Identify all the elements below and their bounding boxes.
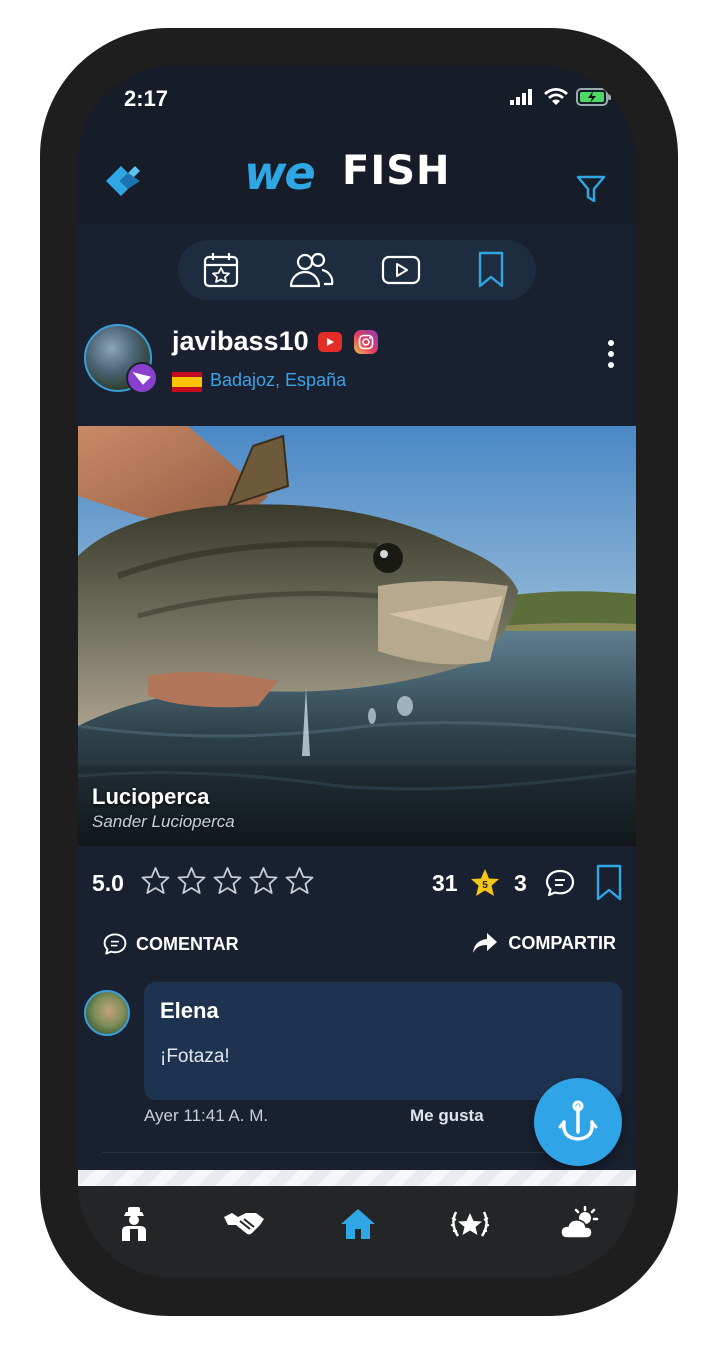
comment-text: ¡Fotaza! [160, 1046, 230, 1067]
star-outline-icon[interactable] [176, 866, 207, 896]
nav-weather[interactable] [558, 1204, 602, 1244]
gold-star-badge-icon[interactable]: 5 [470, 868, 500, 898]
save-bookmark-icon[interactable] [596, 864, 622, 902]
share-button[interactable]: COMPARTIR [472, 932, 616, 954]
status-icons [510, 88, 612, 106]
home-icon [341, 1209, 375, 1239]
star-outline-icon[interactable] [248, 866, 279, 896]
add-catch-fab[interactable] [534, 1078, 622, 1166]
bottom-navigation [78, 1186, 636, 1278]
instagram-icon[interactable] [354, 330, 378, 354]
filter-funnel-icon[interactable] [576, 174, 606, 204]
star-badge-value: 5 [482, 880, 488, 891]
nav-rankings[interactable] [448, 1204, 492, 1244]
tabs-area [78, 224, 636, 308]
star-outline-icon[interactable] [212, 866, 243, 896]
video-play-icon [381, 255, 421, 285]
comment-button-label: COMENTAR [136, 933, 239, 954]
next-post-edge [78, 1170, 636, 1186]
calendar-star-icon [203, 253, 239, 288]
species-scientific-name: Sander Lucioperca [92, 812, 235, 831]
tab-events[interactable] [198, 248, 244, 292]
star-outline-icon[interactable] [140, 866, 171, 896]
share-button-label: COMPARTIR [508, 932, 616, 953]
battery-charging-icon [576, 88, 611, 106]
nav-home[interactable] [336, 1204, 380, 1244]
post-username[interactable]: javibass10 [172, 326, 309, 357]
bookmark-icon [478, 251, 504, 288]
status-bar: 2:17 [78, 66, 636, 134]
fisherman-icon [122, 1207, 146, 1241]
logo-fish-text: FISH [342, 148, 451, 194]
app-header: we FISH [78, 134, 636, 224]
signal-icon [510, 89, 532, 105]
fish-photo-image [78, 426, 636, 846]
more-options-icon[interactable] [606, 340, 616, 374]
comment-bubble-icon [103, 933, 127, 955]
divider [102, 1152, 612, 1153]
handshake-icon [224, 1213, 264, 1235]
nav-community[interactable] [222, 1204, 266, 1244]
commenter-avatar[interactable] [84, 990, 130, 1036]
share-arrow-icon [473, 933, 498, 953]
angler-badge [126, 362, 158, 394]
comment-button[interactable]: COMENTAR [102, 932, 239, 956]
comment-bubble-icon[interactable] [544, 868, 576, 898]
tabs-bar [178, 240, 536, 300]
rating-score: 5.0 [92, 870, 124, 896]
status-time: 2:17 [124, 86, 169, 111]
comment-author[interactable]: Elena [160, 998, 219, 1024]
rating-row: 5.0 31 5 3 [78, 846, 636, 916]
wifi-icon [544, 88, 568, 105]
wing-badge-icon [133, 372, 151, 385]
post-header: javibass10 Badajoz, España [78, 310, 636, 426]
logo-we-text: we [244, 146, 316, 200]
comment-like-button[interactable]: Me gusta [410, 1106, 484, 1126]
comment-bubble: Elena ¡Fotaza! [144, 982, 622, 1100]
tab-people[interactable] [288, 248, 334, 292]
tab-videos[interactable] [378, 248, 424, 292]
wefish-logo: we FISH [244, 146, 470, 200]
species-name: Lucioperca [92, 784, 210, 809]
post-location[interactable]: Badajoz, España [210, 370, 346, 391]
spain-flag [172, 372, 202, 392]
likes-count: 31 [432, 870, 458, 896]
youtube-icon[interactable] [318, 332, 342, 352]
star-laurel-icon [450, 1211, 490, 1237]
star-outline-icon[interactable] [284, 866, 315, 896]
rating-stars[interactable] [140, 866, 315, 896]
phone-frame: 2:17 we FISH javibass10 Badajoz, España … [40, 28, 678, 1316]
tab-saved[interactable] [468, 248, 514, 292]
nav-profile[interactable] [112, 1204, 156, 1244]
catch-photo[interactable]: Lucioperca Sander Lucioperca [78, 426, 636, 846]
app-screen: 2:17 we FISH javibass10 Badajoz, España … [78, 66, 636, 1278]
fishing-hook-icon [558, 1100, 598, 1141]
weather-sun-cloud-icon [560, 1206, 599, 1239]
back-chevrons-icon[interactable] [104, 164, 142, 198]
users-icon [289, 252, 334, 288]
comment-timestamp: Ayer 11:41 A. M. [144, 1106, 269, 1125]
comments-count: 3 [514, 870, 527, 896]
actions-row: COMENTAR COMPARTIR [78, 916, 636, 980]
